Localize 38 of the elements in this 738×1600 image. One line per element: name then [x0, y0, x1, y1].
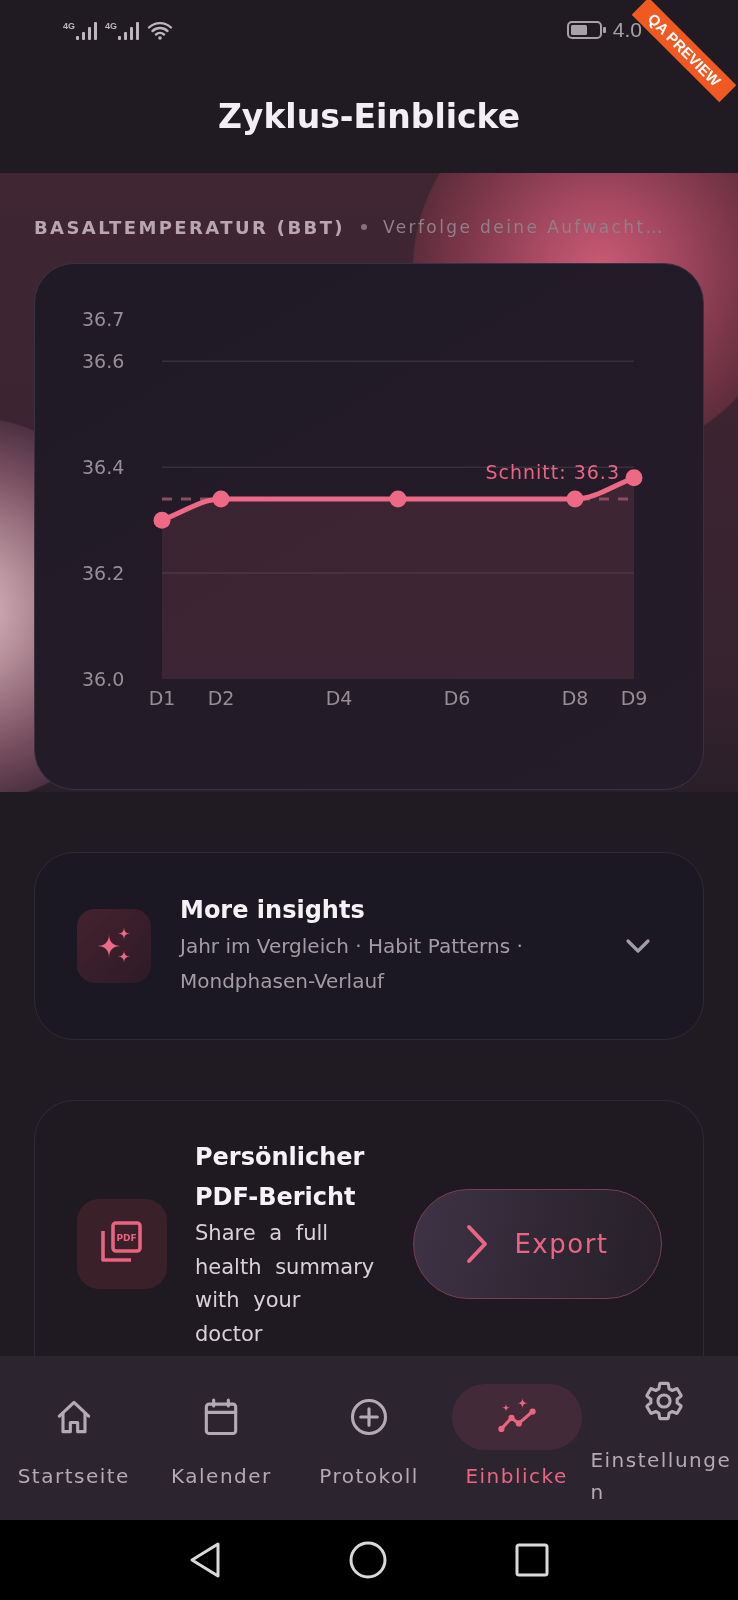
y-axis-label: 36.6 — [82, 350, 125, 373]
card-subtitle: Jahr im Vergleich · Habit Patterns · Mondphasen-Verlauf — [180, 932, 524, 995]
network-type-label: 4G — [63, 22, 75, 31]
card-description: Share a full health summary with your doctor — [195, 1220, 376, 1348]
x-axis-label: D2 — [207, 687, 235, 709]
battery-icon — [566, 21, 607, 39]
x-axis-label: D6 — [443, 687, 471, 709]
nav-tab[interactable]: Kalender — [147, 1356, 296, 1520]
sparkles-icon — [77, 909, 151, 983]
recents-square-icon[interactable] — [514, 1542, 550, 1578]
export-button[interactable]: Export — [413, 1189, 662, 1299]
wifi-icon — [147, 20, 174, 40]
signal-bars-icon — [118, 22, 140, 40]
nav-tab[interactable]: Startseite — [0, 1356, 148, 1520]
home-circle-icon[interactable] — [348, 1540, 388, 1580]
nav-tab[interactable]: Protokoll — [295, 1356, 443, 1520]
section-title: BASALTEMPERATUR (BBT) — [34, 216, 345, 238]
y-axis-label: 36.4 — [82, 456, 125, 479]
nav-tab[interactable]: Einstellungen — [590, 1356, 738, 1520]
x-axis-label: D9 — [620, 687, 648, 709]
chevron-right-icon — [466, 1224, 489, 1264]
pdf-file-icon: PDF — [77, 1199, 167, 1289]
network-type-label: 4G — [105, 22, 118, 31]
separator-dot-icon — [361, 224, 367, 230]
y-axis-label: 36.2 — [82, 562, 125, 585]
x-axis-label: D4 — [325, 687, 353, 709]
x-axis-label: D1 — [148, 687, 176, 709]
card-title: Persönlicher PDF-Bericht — [195, 1142, 366, 1213]
screen-title: Zyklus-Einblicke — [217, 97, 521, 136]
y-axis-label: 36.7 — [82, 308, 125, 330]
average-label: Schnitt: 36.3 — [485, 461, 620, 483]
card-title: More insights — [180, 894, 366, 926]
insights-card[interactable]: More insights Jahr im Vergleich · Habit Patterns · Mondphasen-Verlauf — [34, 852, 704, 1040]
signal-bars-icon — [76, 22, 97, 40]
back-icon[interactable] — [188, 1541, 222, 1579]
nav-tab[interactable]: Einblicke — [442, 1356, 591, 1520]
x-axis-label: D8 — [561, 687, 589, 709]
y-axis-label: 36.0 — [82, 668, 125, 690]
